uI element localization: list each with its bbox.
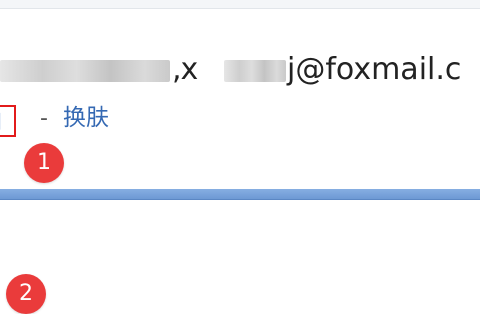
nav-bar bbox=[0, 189, 480, 200]
account-email-domain: j@foxmail.c bbox=[287, 52, 462, 87]
divider bbox=[0, 8, 480, 9]
annotation-marker-2: 2 bbox=[6, 274, 46, 314]
account-email-fragment: ,x bbox=[172, 52, 198, 87]
account-email: ,x j@foxmail.c bbox=[0, 50, 480, 90]
skin-link[interactable]: 换肤 bbox=[63, 103, 109, 133]
annotation-marker-1: 1 bbox=[24, 143, 64, 183]
toolbar-strip bbox=[0, 0, 480, 8]
redacted-area bbox=[0, 60, 170, 82]
highlighted-menu-icon[interactable]: ▯ bbox=[0, 105, 16, 137]
account-menu-row: ▯ - 换肤 bbox=[0, 99, 480, 139]
menu-separator: - bbox=[40, 106, 48, 131]
menu-icon-glyph: ▯ bbox=[0, 107, 2, 135]
redacted-area bbox=[224, 60, 286, 82]
